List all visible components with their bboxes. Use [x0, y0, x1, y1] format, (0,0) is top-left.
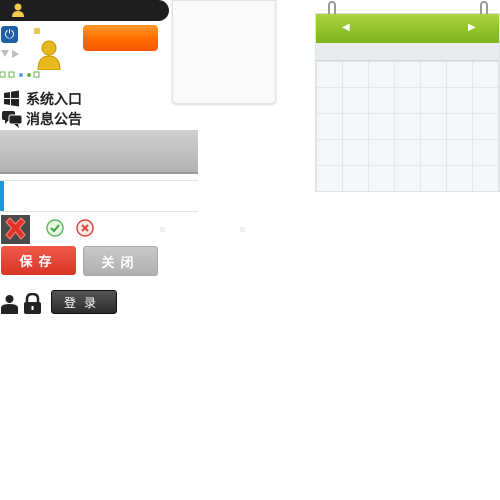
menu-item-announcements[interactable]: 消息公告	[2, 109, 82, 129]
menu-item-system-entry[interactable]: 系统入口	[2, 89, 82, 109]
calendar-header: ◀ ▶	[316, 14, 499, 43]
chat-bubbles-icon	[2, 111, 22, 128]
active-tab-accent	[0, 181, 4, 211]
login-button[interactable]: 登录	[51, 290, 117, 314]
power-button[interactable]: ⏻	[1, 26, 18, 43]
delete-button[interactable]	[1, 215, 30, 244]
windows-icon	[4, 90, 19, 107]
status-dot	[34, 28, 40, 34]
placeholder-dot	[160, 227, 165, 232]
placeholder-dot	[240, 227, 245, 232]
user-icon	[1, 295, 18, 314]
menu-item-label: 系统入口	[26, 92, 82, 108]
active-tab-bar[interactable]	[0, 180, 198, 212]
gray-header-bar	[0, 130, 198, 174]
check-circle-icon[interactable]	[46, 219, 64, 237]
triangle-right-icon[interactable]: ▶	[468, 22, 476, 33]
collapse-expand-icons[interactable]	[0, 48, 22, 60]
close-x-icon	[5, 217, 26, 240]
blank-card-panel	[172, 0, 276, 104]
orange-action-button[interactable]	[83, 25, 158, 51]
top-user-bar	[0, 0, 169, 21]
menu-item-label: 消息公告	[26, 112, 82, 128]
triangle-left-icon[interactable]: ◀	[342, 22, 350, 33]
save-button[interactable]: 保存	[1, 246, 76, 275]
close-button[interactable]: 关闭	[83, 246, 158, 276]
avatar-user-icon	[37, 40, 61, 70]
cancel-circle-icon[interactable]	[76, 219, 94, 237]
calendar-widget: ◀ ▶	[315, 1, 500, 192]
small-status-icons	[0, 71, 40, 78]
lock-icon	[24, 293, 41, 314]
user-icon	[12, 3, 24, 17]
calendar-weekday-row	[316, 43, 499, 61]
calendar-day-grid[interactable]	[316, 61, 499, 191]
